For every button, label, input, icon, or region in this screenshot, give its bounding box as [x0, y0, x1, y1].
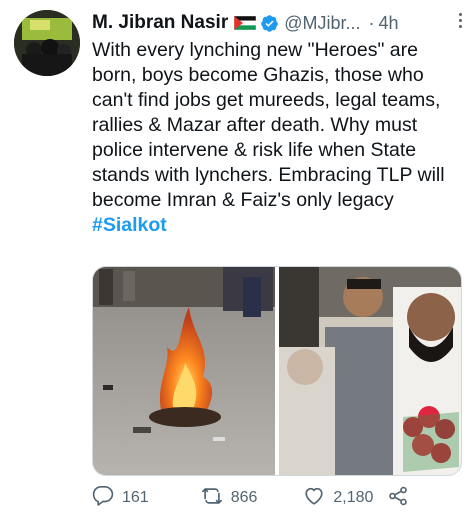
reply-count: 161 — [122, 489, 149, 506]
share-icon — [387, 485, 409, 511]
retweet-icon — [201, 485, 223, 511]
author-name[interactable]: M. Jibran Nasir — [92, 12, 228, 34]
tweet-timestamp[interactable]: 4h — [379, 13, 399, 34]
heart-icon — [303, 485, 325, 511]
share-button[interactable] — [387, 485, 409, 511]
like-count: 2,180 — [333, 489, 374, 506]
media-photo-meeting[interactable] — [279, 267, 462, 476]
reply-button[interactable]: 161 — [92, 485, 149, 511]
avatar[interactable] — [14, 10, 80, 76]
flag-icon — [233, 15, 257, 31]
verified-badge-icon — [260, 14, 279, 33]
author-handle[interactable]: @MJibr... — [284, 13, 360, 34]
retweet-button[interactable]: 866 — [201, 485, 258, 511]
separator-dot: · — [368, 12, 375, 33]
tweet-header: M. Jibran Nasir @MJibr... · 4h — [92, 10, 464, 36]
tweet-body: With every lynching new "Heroes" are bor… — [92, 39, 445, 211]
reply-icon — [92, 485, 114, 511]
media-photo-fire[interactable] — [93, 267, 275, 476]
retweet-count: 866 — [230, 489, 258, 506]
tweet-text: With every lynching new "Heroes" are bor… — [92, 38, 462, 238]
media-grid[interactable] — [92, 266, 462, 476]
hashtag-link[interactable]: #Sialkot — [92, 214, 167, 236]
action-bar: 161 866 2,180 — [92, 484, 462, 512]
more-options-icon[interactable] — [452, 8, 468, 32]
tweet[interactable]: M. Jibran Nasir @MJibr... · 4h With ever… — [0, 0, 474, 519]
like-button[interactable]: 2,180 — [303, 485, 373, 511]
